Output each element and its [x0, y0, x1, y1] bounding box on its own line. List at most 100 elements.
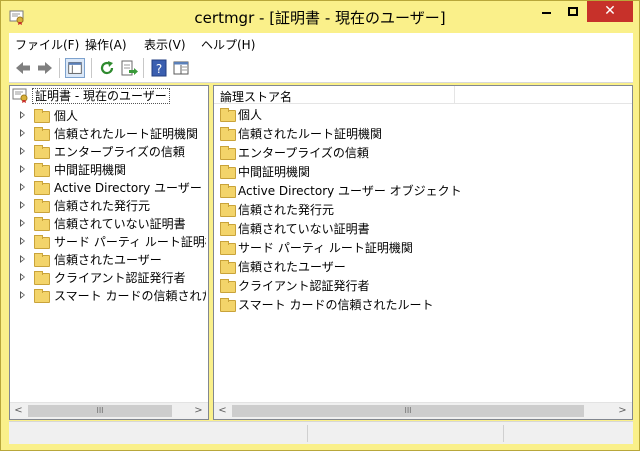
tree-item[interactable]: 信頼されていない証明書 — [10, 215, 206, 233]
list-item[interactable]: エンタープライズの信頼 — [214, 144, 632, 162]
folder-icon — [220, 279, 236, 293]
folder-icon — [220, 241, 236, 255]
list-item[interactable]: クライアント認証発行者 — [214, 277, 632, 295]
expand-arrow-icon[interactable] — [20, 111, 25, 119]
tree-item[interactable]: Active Directory ユーザー オブジェクト — [10, 179, 206, 197]
list-item-label: サード パーティ ルート証明機関 — [238, 241, 413, 255]
scrollbar-thumb[interactable]: III — [28, 405, 172, 417]
status-bar — [9, 421, 633, 444]
list-item-label: 信頼されたルート証明機関 — [238, 127, 383, 141]
list-item[interactable]: 個人 — [214, 106, 632, 124]
expand-arrow-icon[interactable] — [20, 183, 25, 191]
properties-icon[interactable] — [171, 58, 191, 78]
folder-icon — [34, 109, 50, 123]
list-item[interactable]: スマート カードの信頼されたルート — [214, 296, 632, 314]
list-item[interactable]: 中間証明機関 — [214, 163, 632, 181]
column-header[interactable]: 論理ストア名 — [214, 86, 632, 104]
list-item-label: スマート カードの信頼されたルート — [238, 298, 434, 312]
maximize-button[interactable] — [560, 1, 586, 22]
folder-icon — [220, 184, 236, 198]
list-item-label: 信頼されていない証明書 — [238, 222, 370, 236]
toolbar-separator — [143, 58, 144, 78]
tree-item[interactable]: 信頼された発行元 — [10, 197, 206, 215]
expand-arrow-icon[interactable] — [20, 237, 25, 245]
expand-arrow-icon[interactable] — [20, 129, 25, 137]
list-item[interactable]: 信頼されていない証明書 — [214, 220, 632, 238]
tree-item-label: 個人 — [54, 109, 79, 123]
tree-item-label: クライアント認証発行者 — [54, 271, 186, 285]
tree-item[interactable]: 中間証明機関 — [10, 161, 206, 179]
tree-item[interactable]: サード パーティ ルート証明機関 — [10, 233, 206, 251]
tree-item[interactable]: 個人 — [10, 107, 206, 125]
menu-bar: ファイル(F) 操作(A) 表示(V) ヘルプ(H) — [9, 33, 633, 53]
list-item-label: 個人 — [238, 108, 263, 122]
column-divider[interactable] — [454, 86, 455, 104]
expand-arrow-icon[interactable] — [20, 219, 25, 227]
column-header-label[interactable]: 論理ストア名 — [220, 88, 292, 105]
close-icon: ✕ — [604, 3, 616, 19]
expand-arrow-icon[interactable] — [20, 255, 25, 263]
folder-icon — [34, 217, 50, 231]
folder-icon — [34, 145, 50, 159]
console-tree-pane[interactable]: 証明書 - 現在のユーザー 個人 信頼されたルート証明機関 エンタープライズの信… — [9, 85, 209, 420]
list-item-label: エンタープライズの信頼 — [238, 146, 369, 160]
toolbar-separator — [91, 58, 92, 78]
folder-icon — [34, 199, 50, 213]
tree-item[interactable]: 信頼されたユーザー — [10, 251, 206, 269]
show-hide-console-tree-icon[interactable] — [65, 58, 85, 78]
folder-icon — [34, 289, 50, 303]
scroll-right-arrow-icon[interactable]: > — [190, 403, 207, 419]
scrollbar-thumb[interactable]: III — [232, 405, 584, 417]
folder-icon — [34, 271, 50, 285]
folder-icon — [220, 108, 236, 122]
tree-horizontal-scrollbar[interactable]: < III > — [10, 402, 208, 419]
refresh-icon[interactable] — [97, 58, 117, 78]
expand-arrow-icon[interactable] — [20, 291, 25, 299]
expand-arrow-icon[interactable] — [20, 201, 25, 209]
list-item[interactable]: 信頼されたルート証明機関 — [214, 125, 632, 143]
list-item-label: 中間証明機関 — [238, 165, 311, 179]
tree-item-label: 信頼されていない証明書 — [54, 217, 186, 231]
scroll-left-arrow-icon[interactable]: < — [214, 403, 231, 419]
menu-file[interactable]: ファイル(F) — [15, 36, 79, 53]
scroll-left-arrow-icon[interactable]: < — [10, 403, 27, 419]
result-list-pane[interactable]: 論理ストア名 個人 信頼されたルート証明機関 エンタープライズの信頼 中間証明機… — [213, 85, 633, 420]
list-horizontal-scrollbar[interactable]: < III > — [214, 402, 632, 419]
expand-arrow-icon[interactable] — [20, 147, 25, 155]
list-item[interactable]: サード パーティ ルート証明機関 — [214, 239, 632, 257]
minimize-button[interactable] — [533, 1, 559, 22]
list-item[interactable]: 信頼された発行元 — [214, 201, 632, 219]
folder-icon — [34, 181, 50, 195]
help-icon[interactable]: ? — [149, 58, 169, 78]
tree-item[interactable]: 信頼されたルート証明機関 — [10, 125, 206, 143]
close-button[interactable]: ✕ — [587, 1, 633, 22]
menu-view[interactable]: 表示(V) — [144, 36, 186, 53]
folder-icon — [220, 127, 236, 141]
folder-icon — [34, 253, 50, 267]
menu-action[interactable]: 操作(A) — [85, 36, 127, 53]
minimize-icon — [541, 12, 551, 14]
title-bar[interactable]: certmgr - [証明書 - 現在のユーザー] ✕ — [1, 1, 639, 33]
maximize-icon — [568, 7, 578, 16]
expand-arrow-icon[interactable] — [20, 165, 25, 173]
folder-icon — [220, 165, 236, 179]
expand-arrow-icon[interactable] — [20, 273, 25, 281]
tree-item[interactable]: スマート カードの信頼されたルート — [10, 287, 206, 305]
folder-icon — [34, 235, 50, 249]
export-list-icon[interactable] — [119, 58, 139, 78]
folder-icon — [220, 203, 236, 217]
tree-item-label: サード パーティ ルート証明機関 — [54, 235, 206, 249]
back-arrow-icon[interactable] — [13, 58, 33, 78]
toolbar: ? — [9, 53, 633, 83]
folder-icon — [220, 260, 236, 274]
tree-item-label: エンタープライズの信頼 — [54, 145, 185, 159]
status-segment — [307, 425, 503, 442]
tree-item[interactable]: クライアント認証発行者 — [10, 269, 206, 287]
list-item[interactable]: Active Directory ユーザー オブジェクト — [214, 182, 632, 200]
scroll-right-arrow-icon[interactable]: > — [614, 403, 631, 419]
forward-arrow-icon[interactable] — [35, 58, 55, 78]
list-item[interactable]: 信頼されたユーザー — [214, 258, 632, 276]
tree-item[interactable]: エンタープライズの信頼 — [10, 143, 206, 161]
tree-root-label[interactable]: 証明書 - 現在のユーザー — [32, 88, 170, 104]
menu-help[interactable]: ヘルプ(H) — [201, 36, 255, 53]
